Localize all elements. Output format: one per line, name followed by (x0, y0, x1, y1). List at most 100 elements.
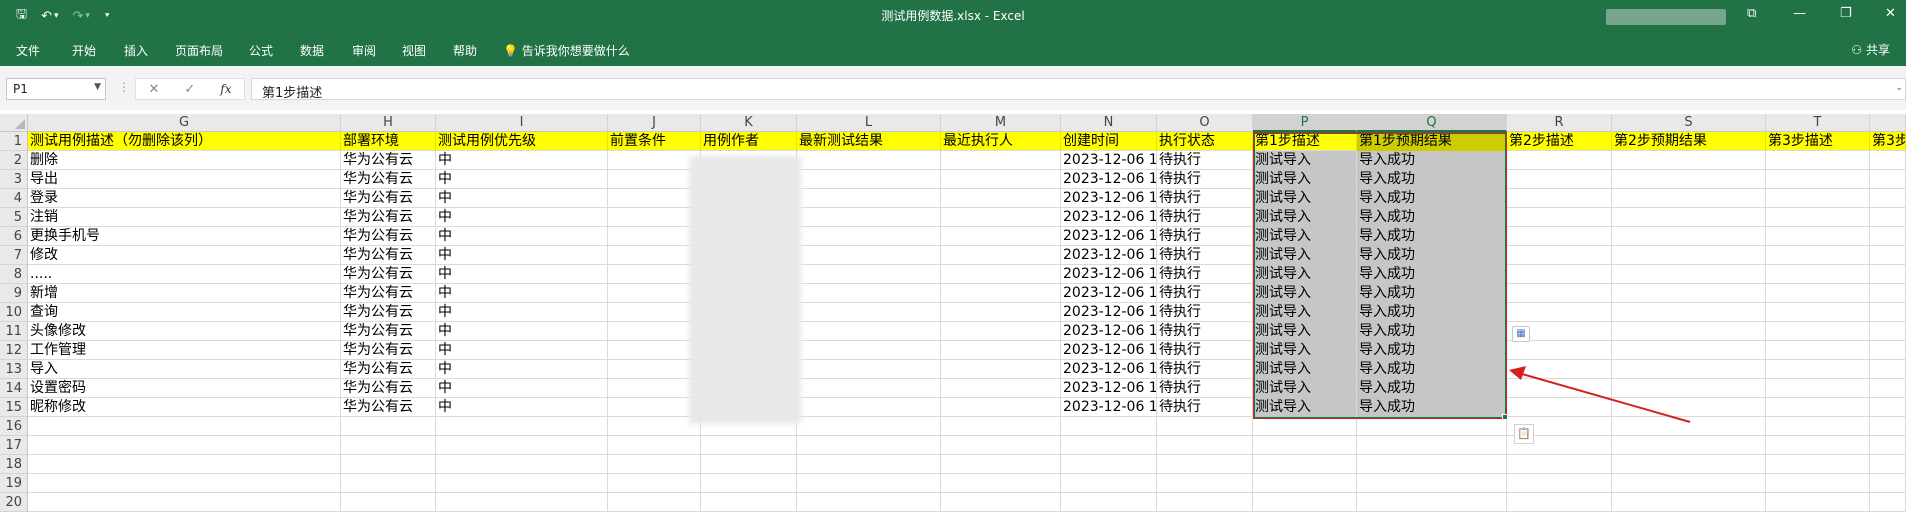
table-cell[interactable] (1612, 170, 1766, 189)
table-cell[interactable] (608, 455, 701, 474)
table-cell[interactable] (1507, 208, 1612, 227)
table-cell[interactable] (941, 474, 1061, 493)
column-header-l[interactable]: L (797, 114, 941, 132)
table-cell[interactable] (28, 417, 341, 436)
tab-help[interactable]: 帮助 (453, 42, 477, 59)
table-cell[interactable]: 待执行 (1157, 246, 1253, 265)
table-cell[interactable]: 查询 (28, 303, 341, 322)
header-cell[interactable]: 创建时间 (1061, 132, 1157, 151)
header-cell[interactable]: 第3步 (1870, 132, 1906, 151)
table-cell[interactable]: 华为公有云 (341, 360, 436, 379)
table-cell[interactable] (1507, 474, 1612, 493)
table-cell[interactable]: 测试导入 (1253, 341, 1357, 360)
row-header-6[interactable]: 6 (0, 227, 28, 246)
column-header-p[interactable]: P (1253, 114, 1357, 132)
table-cell[interactable] (1870, 455, 1906, 474)
table-cell[interactable]: 测试导入 (1253, 246, 1357, 265)
table-cell[interactable] (797, 189, 941, 208)
table-cell[interactable]: 中 (436, 322, 608, 341)
table-cell[interactable] (941, 265, 1061, 284)
column-header-t[interactable]: T (1766, 114, 1870, 132)
table-cell[interactable] (1766, 455, 1870, 474)
table-cell[interactable]: 导入成功 (1357, 208, 1507, 227)
table-cell[interactable] (608, 284, 701, 303)
table-cell[interactable] (1612, 284, 1766, 303)
table-cell[interactable] (1507, 284, 1612, 303)
table-cell[interactable] (1870, 379, 1906, 398)
row-header-14[interactable]: 14 (0, 379, 28, 398)
formula-input[interactable]: 第1步描述 ⌄ (251, 78, 1906, 101)
table-cell[interactable] (28, 493, 341, 512)
table-cell[interactable]: 待执行 (1157, 208, 1253, 227)
table-cell[interactable] (1357, 493, 1507, 512)
table-cell[interactable] (797, 208, 941, 227)
table-cell[interactable] (1157, 455, 1253, 474)
table-cell[interactable] (1507, 455, 1612, 474)
table-cell[interactable] (941, 246, 1061, 265)
table-cell[interactable]: 导入成功 (1357, 341, 1507, 360)
header-cell[interactable]: 第1步预期结果 (1357, 132, 1507, 151)
table-cell[interactable]: 中 (436, 284, 608, 303)
table-cell[interactable] (941, 303, 1061, 322)
table-cell[interactable]: 导入成功 (1357, 189, 1507, 208)
table-cell[interactable]: 华为公有云 (341, 379, 436, 398)
table-cell[interactable]: 工作管理 (28, 341, 341, 360)
header-cell[interactable]: 用例作者 (701, 132, 797, 151)
row-header-13[interactable]: 13 (0, 360, 28, 379)
table-cell[interactable]: 导入成功 (1357, 246, 1507, 265)
table-cell[interactable]: 华为公有云 (341, 227, 436, 246)
table-cell[interactable] (1061, 455, 1157, 474)
table-cell[interactable] (941, 151, 1061, 170)
table-cell[interactable]: 华为公有云 (341, 341, 436, 360)
row-header-12[interactable]: 12 (0, 341, 28, 360)
column-header-j[interactable]: J (608, 114, 701, 132)
table-cell[interactable]: 2023-12-06 1 (1061, 322, 1157, 341)
table-cell[interactable] (1870, 265, 1906, 284)
table-cell[interactable] (941, 398, 1061, 417)
table-cell[interactable] (797, 170, 941, 189)
chevron-down-icon[interactable]: ▼ (94, 82, 101, 92)
column-header-i[interactable]: I (436, 114, 608, 132)
table-cell[interactable] (341, 474, 436, 493)
table-cell[interactable]: 待执行 (1157, 341, 1253, 360)
table-cell[interactable]: 测试导入 (1253, 208, 1357, 227)
header-cell[interactable]: 第3步描述 (1766, 132, 1870, 151)
grip-icon[interactable]: ⋮ (118, 80, 130, 94)
table-cell[interactable] (797, 436, 941, 455)
header-cell[interactable]: 前置条件 (608, 132, 701, 151)
table-cell[interactable] (1157, 436, 1253, 455)
row-header-18[interactable]: 18 (0, 455, 28, 474)
table-cell[interactable] (1766, 208, 1870, 227)
table-cell[interactable] (797, 455, 941, 474)
table-cell[interactable]: 测试导入 (1253, 322, 1357, 341)
table-cell[interactable] (1507, 379, 1612, 398)
row-header-19[interactable]: 19 (0, 474, 28, 493)
insert-function-icon[interactable]: fx (220, 82, 231, 96)
header-cell[interactable]: 执行状态 (1157, 132, 1253, 151)
table-cell[interactable] (701, 436, 797, 455)
table-cell[interactable] (1870, 474, 1906, 493)
table-cell[interactable] (1253, 493, 1357, 512)
table-cell[interactable] (941, 208, 1061, 227)
table-cell[interactable]: 测试导入 (1253, 360, 1357, 379)
table-cell[interactable] (28, 474, 341, 493)
table-cell[interactable] (436, 417, 608, 436)
paste-options-icon[interactable]: 📋 (1514, 424, 1534, 444)
tab-insert[interactable]: 插入 (124, 42, 148, 59)
table-cell[interactable] (1766, 436, 1870, 455)
table-cell[interactable]: 中 (436, 170, 608, 189)
table-cell[interactable] (1507, 170, 1612, 189)
table-cell[interactable]: 待执行 (1157, 227, 1253, 246)
table-cell[interactable] (1766, 284, 1870, 303)
table-cell[interactable] (1253, 417, 1357, 436)
table-cell[interactable]: 华为公有云 (341, 265, 436, 284)
table-cell[interactable] (1357, 455, 1507, 474)
table-cell[interactable] (341, 493, 436, 512)
table-cell[interactable]: 待执行 (1157, 322, 1253, 341)
table-cell[interactable]: 2023-12-06 1 (1061, 151, 1157, 170)
table-cell[interactable] (1357, 436, 1507, 455)
table-cell[interactable] (1612, 341, 1766, 360)
row-header-11[interactable]: 11 (0, 322, 28, 341)
table-cell[interactable] (1870, 170, 1906, 189)
table-cell[interactable] (1061, 417, 1157, 436)
